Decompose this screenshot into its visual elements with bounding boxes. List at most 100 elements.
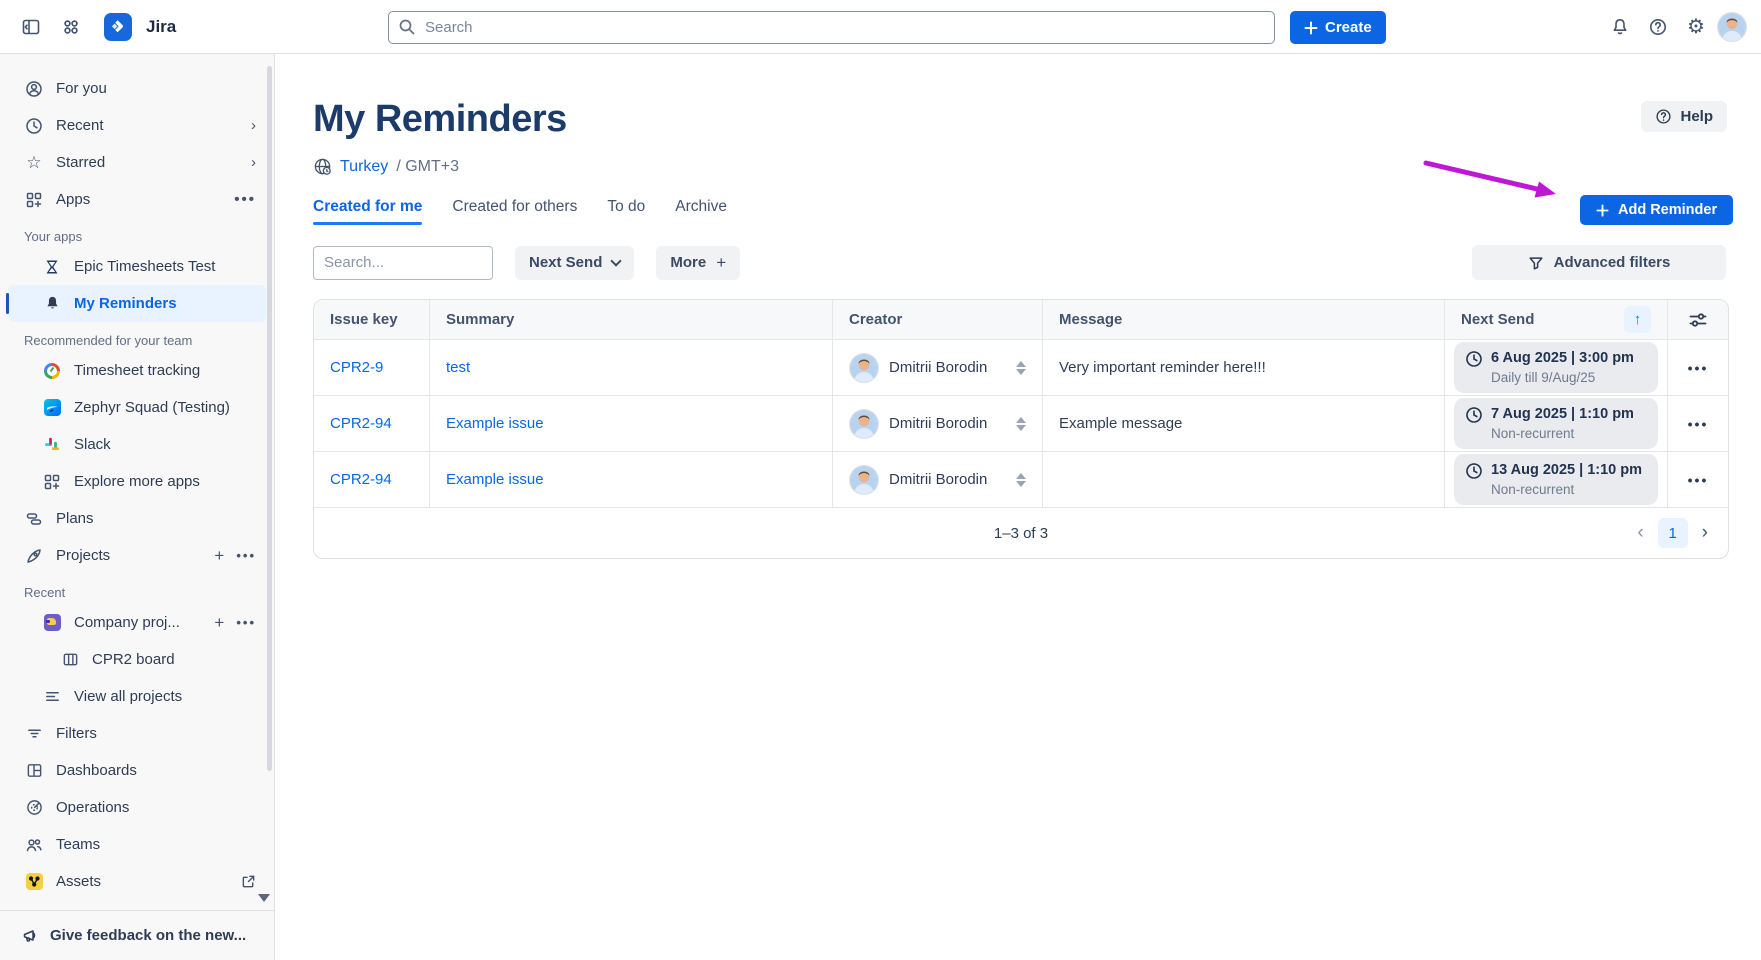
sidebar-item-filters[interactable]: Filters [8,715,266,752]
sidebar-collapse-icon[interactable] [14,10,48,44]
gear-icon[interactable]: ⚙ [1679,10,1713,44]
column-header-issue-key[interactable]: Issue key [314,300,430,340]
sidebar-item-apps[interactable]: Apps ••• [8,181,266,218]
reminders-search-input[interactable] [313,246,493,280]
more-options-icon[interactable]: ••• [236,548,256,563]
plans-icon [24,510,44,528]
sidebar-item-label: For you [56,80,256,97]
chevron-right-icon[interactable]: › [251,118,256,133]
more-filters-button[interactable]: More + [656,246,740,280]
next-send-filter-label: Next Send [529,254,602,271]
sidebar-item-dashboards[interactable]: Dashboards [8,752,266,789]
previous-page-icon[interactable]: ‹ [1633,522,1647,544]
advanced-filters-button[interactable]: Advanced filters [1472,245,1726,280]
notifications-bell-icon[interactable] [1603,10,1637,44]
summary-link[interactable]: test [446,359,470,376]
section-recommended: Recommended for your team [8,322,266,352]
page-title: My Reminders [313,98,1761,141]
sidebar-item-starred[interactable]: ☆ Starred › [8,144,266,181]
sidebar-item-epic-timesheets[interactable]: Epic Timesheets Test [8,248,266,285]
help-icon[interactable] [1641,10,1675,44]
search-icon [398,18,416,36]
sidebar-item-my-reminders[interactable]: My Reminders [8,285,266,322]
sidebar-item-label: CPR2 board [92,651,256,668]
sidebar-item-assets[interactable]: Assets [8,863,266,900]
summary-link[interactable]: Example issue [446,471,544,488]
sidebar-item-label: Starred [56,154,239,171]
sidebar-item-company-project[interactable]: Company proj... + ••• [8,604,266,641]
reorder-stepper-icon[interactable] [1016,473,1026,487]
chevron-right-icon[interactable]: › [251,155,256,170]
add-reminder-label: Add Reminder [1618,202,1717,218]
timezone-location-link[interactable]: Turkey [340,158,388,176]
clock-icon [1465,406,1483,424]
table-body: CPR2-9 test Dmitrii Borodin Very importa… [314,340,1728,508]
next-page-icon[interactable]: › [1698,522,1712,544]
add-reminder-button[interactable]: Add Reminder [1580,195,1733,225]
creator-name: Dmitrii Borodin [889,471,1006,488]
more-options-icon[interactable]: ••• [236,615,256,630]
timezone-offset: / GMT+3 [396,158,459,176]
help-button[interactable]: Help [1641,101,1727,132]
rocket-icon [24,547,44,565]
row-actions-menu[interactable]: ••• [1688,472,1709,488]
sidebar-item-view-all-projects[interactable]: View all projects [8,678,266,715]
create-button[interactable]: Create [1290,11,1386,44]
sidebar-item-for-you[interactable]: For you [8,70,266,107]
sidebar-item-timesheet-tracking[interactable]: Timesheet tracking [8,352,266,389]
list-lines-icon [42,688,62,705]
page-number-button[interactable]: 1 [1658,518,1688,548]
issue-key-link[interactable]: CPR2-94 [330,415,392,432]
globe-clock-icon [313,157,332,176]
sidebar-scrollbar[interactable] [267,66,272,771]
scroll-down-arrow-icon[interactable] [258,894,270,902]
reorder-stepper-icon[interactable] [1016,361,1026,375]
user-avatar[interactable] [1717,12,1747,42]
column-settings-button[interactable] [1668,300,1728,340]
column-header-next-send[interactable]: Next Send ↑ [1445,300,1668,340]
row-actions-menu[interactable]: ••• [1688,416,1709,432]
sidebar-item-explore-more-apps[interactable]: Explore more apps [8,463,266,500]
summary-link[interactable]: Example issue [446,415,544,432]
board-columns-icon [60,651,80,668]
sidebar-feedback-link[interactable]: Give feedback on the new... [0,911,274,960]
global-search-input[interactable] [388,11,1275,44]
issue-key-link[interactable]: CPR2-9 [330,359,383,376]
person-circle-icon [24,80,44,98]
jira-logo[interactable] [104,13,132,41]
reorder-stepper-icon[interactable] [1016,417,1026,431]
tab-archive[interactable]: Archive [675,198,727,225]
message-cell [1043,452,1445,508]
creator-avatar [849,409,879,439]
column-header-creator[interactable]: Creator [833,300,1043,340]
issue-key-link[interactable]: CPR2-94 [330,471,392,488]
sidebar-item-slack[interactable]: Slack [8,426,266,463]
add-project-icon[interactable]: + [214,546,224,566]
next-send-pill: 6 Aug 2025 | 3:00 pm Daily till 9/Aug/25 [1454,342,1658,393]
row-actions-menu[interactable]: ••• [1688,360,1709,376]
sidebar-item-operations[interactable]: Operations [8,789,266,826]
sidebar-item-plans[interactable]: Plans [8,500,266,537]
sidebar-item-recent[interactable]: Recent › [8,107,266,144]
sort-ascending-icon[interactable]: ↑ [1624,306,1651,333]
sidebar-item-label: Apps [56,191,222,208]
tab-created-for-others[interactable]: Created for others [452,198,577,225]
add-icon[interactable]: + [214,613,224,633]
column-header-summary[interactable]: Summary [430,300,833,340]
sidebar-item-cpr2-board[interactable]: CPR2 board [8,641,266,678]
sidebar-item-zephyr[interactable]: Zephyr Squad (Testing) [8,389,266,426]
star-icon: ☆ [24,153,44,173]
more-options-icon[interactable]: ••• [234,191,256,208]
explore-apps-icon [42,473,62,491]
next-send-filter-button[interactable]: Next Send [515,246,634,280]
tab-to-do[interactable]: To do [607,198,645,225]
next-send-datetime: 13 Aug 2025 | 1:10 pm [1491,461,1642,481]
external-link-icon[interactable] [241,874,256,889]
table-row: CPR2-94 Example issue Dmitrii Borodin Ex… [314,396,1728,452]
sidebar-item-projects[interactable]: Projects + ••• [8,537,266,574]
column-header-message[interactable]: Message [1043,300,1445,340]
sidebar-item-teams[interactable]: Teams [8,826,266,863]
table-header-row: Issue key Summary Creator Message Next S… [314,300,1728,340]
app-switcher-icon[interactable] [54,10,88,44]
tab-created-for-me[interactable]: Created for me [313,198,422,225]
